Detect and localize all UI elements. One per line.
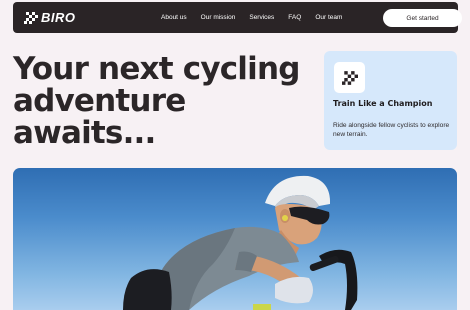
cyclist-illustration: [123, 175, 358, 310]
hero-image: [13, 168, 457, 310]
earbud: [282, 215, 288, 221]
nav-link-about-us[interactable]: About us: [161, 14, 187, 21]
nav-link-faq[interactable]: FAQ: [288, 14, 301, 21]
headline-line-2: adventure: [13, 83, 186, 119]
headline-line-1: Your next cycling: [13, 51, 300, 87]
card-title: Train Like a Champion: [333, 99, 433, 108]
hero-headline: Your next cycling adventure awaits...: [13, 53, 303, 149]
card-icon-tile: [334, 62, 365, 93]
shorts: [123, 269, 172, 310]
checkered-flag-icon: [24, 11, 38, 24]
headline-line-3: awaits...: [13, 115, 156, 151]
brand-name: BIRO: [41, 10, 76, 25]
nav-link-our-mission[interactable]: Our mission: [201, 14, 236, 21]
get-started-button[interactable]: Get started: [383, 9, 462, 27]
nav-link-our-team[interactable]: Our team: [315, 14, 342, 21]
brand-logo[interactable]: BIRO: [24, 10, 76, 25]
nav-links: About us Our mission Services FAQ Our te…: [161, 2, 342, 33]
checkered-flag-icon: [341, 70, 358, 85]
card-description: Ride alongside fellow cyclists to explor…: [333, 122, 450, 138]
nav-link-services[interactable]: Services: [249, 14, 274, 21]
top-navbar: BIRO About us Our mission Services FAQ O…: [13, 2, 462, 33]
frame-accent: [253, 304, 271, 310]
feature-card: Train Like a Champion Ride alongside fel…: [324, 51, 457, 150]
